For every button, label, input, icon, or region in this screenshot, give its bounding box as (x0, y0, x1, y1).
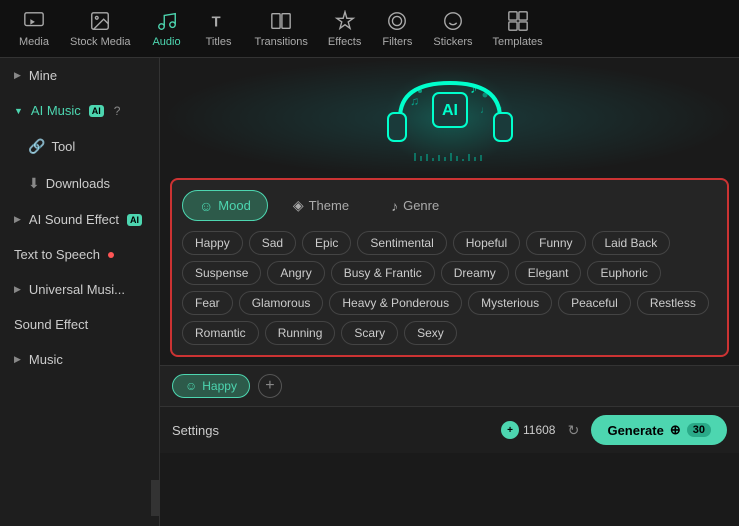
mood-tag[interactable]: Mysterious (468, 291, 552, 315)
mood-tag[interactable]: Hopeful (453, 231, 520, 255)
main-layout: ▶ Mine ▼ AI Music AI ? 🔗 Tool ⬇ Download… (0, 58, 739, 526)
info-icon: ? (114, 104, 121, 118)
nav-titles[interactable]: T Titles (193, 4, 245, 54)
mood-tag[interactable]: Suspense (182, 261, 261, 285)
sidebar-item-text-to-speech[interactable]: Text to Speech (0, 237, 159, 272)
mood-tag[interactable]: Epic (302, 231, 351, 255)
mood-tag[interactable]: Glamorous (239, 291, 324, 315)
mood-tag[interactable]: Funny (526, 231, 585, 255)
top-nav: Media Stock Media Audio T Titles Transit… (0, 0, 739, 58)
chevron-down-icon: ▼ (14, 106, 23, 116)
sidebar-item-ai-music[interactable]: ▼ AI Music AI ? (0, 93, 159, 128)
selected-tag-chip-happy[interactable]: ☺ Happy (172, 374, 250, 398)
sidebar-item-tool[interactable]: 🔗 Tool (0, 128, 159, 165)
svg-text:♩: ♩ (480, 105, 490, 116)
nav-stock-media[interactable]: Stock Media (60, 4, 141, 54)
sidebar-item-downloads[interactable]: ⬇ Downloads (0, 165, 159, 202)
mood-tags-container: HappySadEpicSentimental HopefulFunny Laid … (182, 231, 717, 345)
link-icon: 🔗 (28, 138, 45, 155)
mood-tag[interactable]: Busy & Frantic (331, 261, 435, 285)
mood-tag[interactable]: Fear (182, 291, 233, 315)
mood-tag[interactable]: Scary (341, 321, 398, 345)
mood-tag[interactable]: Dreamy (441, 261, 509, 285)
content-area: AI ♪ ♫ ♩ (160, 58, 739, 526)
mood-tag[interactable]: Sentimental (357, 231, 446, 255)
tab-theme[interactable]: ◈ Theme (276, 190, 366, 221)
nav-templates[interactable]: Templates (482, 4, 552, 54)
mood-tag[interactable]: Peaceful (558, 291, 631, 315)
sidebar-item-sound-effect[interactable]: Sound Effect (0, 307, 159, 342)
generate-label: Generate (607, 423, 663, 438)
chevron-right-icon: ▶ (14, 214, 21, 225)
credit-icon: + (501, 421, 519, 439)
mood-tag[interactable]: Heavy & Ponderous (329, 291, 462, 315)
refresh-button[interactable]: ↻ (563, 420, 583, 440)
mood-tag[interactable]: Sexy (404, 321, 457, 345)
chevron-right-icon: ▶ (14, 354, 21, 365)
mood-tag[interactable]: Laid Back (592, 231, 671, 255)
mood-tag[interactable]: Happy (182, 231, 243, 255)
add-tag-button[interactable]: + (258, 374, 282, 398)
svg-text:AI: AI (442, 102, 458, 119)
tab-genre[interactable]: ♪ Genre (374, 190, 456, 221)
mood-tag[interactable]: Euphoric (587, 261, 660, 285)
ai-badge: AI (89, 105, 104, 117)
svg-text:♫: ♫ (410, 94, 419, 108)
mood-tag[interactable]: Elegant (515, 261, 582, 285)
genre-tab-icon: ♪ (391, 198, 398, 214)
chevron-right-icon: ▶ (14, 284, 21, 295)
sidebar-item-ai-sound-effect[interactable]: ▶ AI Sound Effect AI (0, 202, 159, 237)
download-icon: ⬇ (28, 175, 40, 192)
nav-stickers[interactable]: Stickers (423, 4, 482, 54)
sidebar-item-music[interactable]: ▶ Music (0, 342, 159, 377)
nav-filters[interactable]: Filters (371, 4, 423, 54)
svg-text:♪: ♪ (470, 80, 477, 96)
mood-tag[interactable]: Running (265, 321, 336, 345)
theme-tab-icon: ◈ (293, 197, 304, 214)
nav-transitions[interactable]: Transitions (245, 4, 318, 54)
settings-label[interactable]: Settings (172, 423, 219, 438)
selected-tags-bar: ☺ Happy + (160, 365, 739, 406)
sidebar: ▶ Mine ▼ AI Music AI ? 🔗 Tool ⬇ Download… (0, 58, 160, 526)
tab-mood[interactable]: ☺ Mood (182, 190, 268, 221)
mood-tag[interactable]: Romantic (182, 321, 259, 345)
mood-tag[interactable]: Restless (637, 291, 709, 315)
credits-count: 11608 (523, 423, 555, 437)
generate-count: 30 (687, 423, 711, 437)
settings-right: + 11608 ↻ Generate ⊕ 30 (501, 415, 727, 445)
mood-tab-icon: ☺ (199, 198, 213, 214)
sidebar-item-universal-music[interactable]: ▶ Universal Musi... (0, 272, 159, 307)
nav-audio[interactable]: Audio (141, 4, 193, 54)
mood-chip-icon: ☺ (185, 379, 197, 393)
mtg-tabs: ☺ Mood ◈ Theme ♪ Genre (182, 190, 717, 221)
mood-tag[interactable]: Angry (267, 261, 324, 285)
ai-badge: AI (127, 214, 142, 226)
mtg-panel: ☺ Mood ◈ Theme ♪ Genre HappySadEpicSenti… (170, 178, 729, 357)
nav-media[interactable]: Media (8, 4, 60, 54)
svg-text:T: T (211, 14, 220, 30)
sidebar-collapse-button[interactable]: ‹ (151, 480, 160, 516)
nav-effects[interactable]: Effects (318, 4, 371, 54)
generate-button[interactable]: Generate ⊕ 30 (591, 415, 727, 445)
settings-bar: Settings + 11608 ↻ Generate ⊕ 30 (160, 406, 739, 453)
ai-illustration: AI ♪ ♫ ♩ (160, 58, 739, 178)
sidebar-item-mine[interactable]: ▶ Mine (0, 58, 159, 93)
mood-tag[interactable]: Sad (249, 231, 296, 255)
chevron-right-icon: ▶ (14, 70, 21, 81)
credit-badge: + 11608 (501, 421, 555, 439)
notification-dot (108, 252, 114, 258)
